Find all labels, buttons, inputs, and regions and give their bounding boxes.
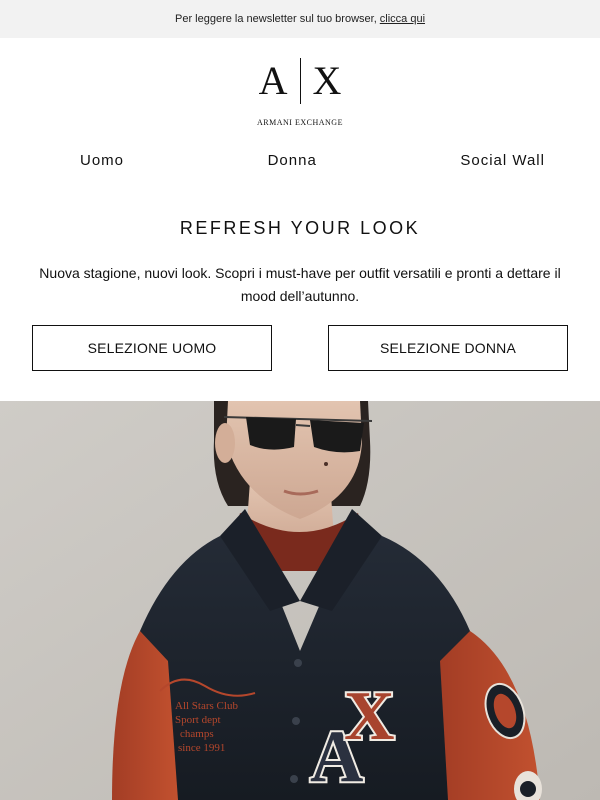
preheader-text: Per leggere la newsletter sul tuo browse… [174, 13, 377, 25]
embroidery-line-3: champs [180, 728, 214, 740]
page-title: REFRESH YOUR LOOK [179, 218, 421, 238]
brand-logo[interactable]: A X ARMANI EXCHANGE [0, 58, 600, 130]
ear [215, 423, 235, 463]
ax-logo-mark: A X [0, 58, 600, 104]
logo-divider [299, 58, 301, 104]
intro-text: Nuova stagione, nuovi look. Scopri i mus… [39, 265, 561, 304]
embroidery-line-2: Sport dept [175, 714, 221, 726]
main-nav: Uomo Donna Social Wall [0, 152, 600, 176]
hero-image[interactable]: All Stars Club Sport dept champs since 1… [0, 401, 600, 800]
nav-item-donna[interactable]: Donna [268, 152, 317, 176]
men-selection-button[interactable]: SELEZIONE UOMO [32, 325, 272, 371]
embroidery-line-1: All Stars Club [175, 700, 238, 712]
nav-item-social-wall[interactable]: Social Wall [460, 152, 545, 176]
logo-letter-a: A [258, 58, 288, 103]
preheader-bar: Per leggere la newsletter sul tuo browse… [0, 0, 600, 38]
brand-wordmark: ARMANI EXCHANGE [257, 118, 343, 127]
logo-letter-x: X [312, 58, 342, 103]
embroidery-line-4: since 1991 [178, 742, 225, 754]
view-in-browser-link[interactable]: clicca qui [380, 13, 425, 25]
svg-text:X: X [344, 678, 395, 755]
women-selection-button[interactable]: SELEZIONE DONNA [328, 325, 568, 371]
nav-item-uomo[interactable]: Uomo [80, 152, 124, 176]
hero-illustration: All Stars Club Sport dept champs since 1… [0, 401, 600, 800]
